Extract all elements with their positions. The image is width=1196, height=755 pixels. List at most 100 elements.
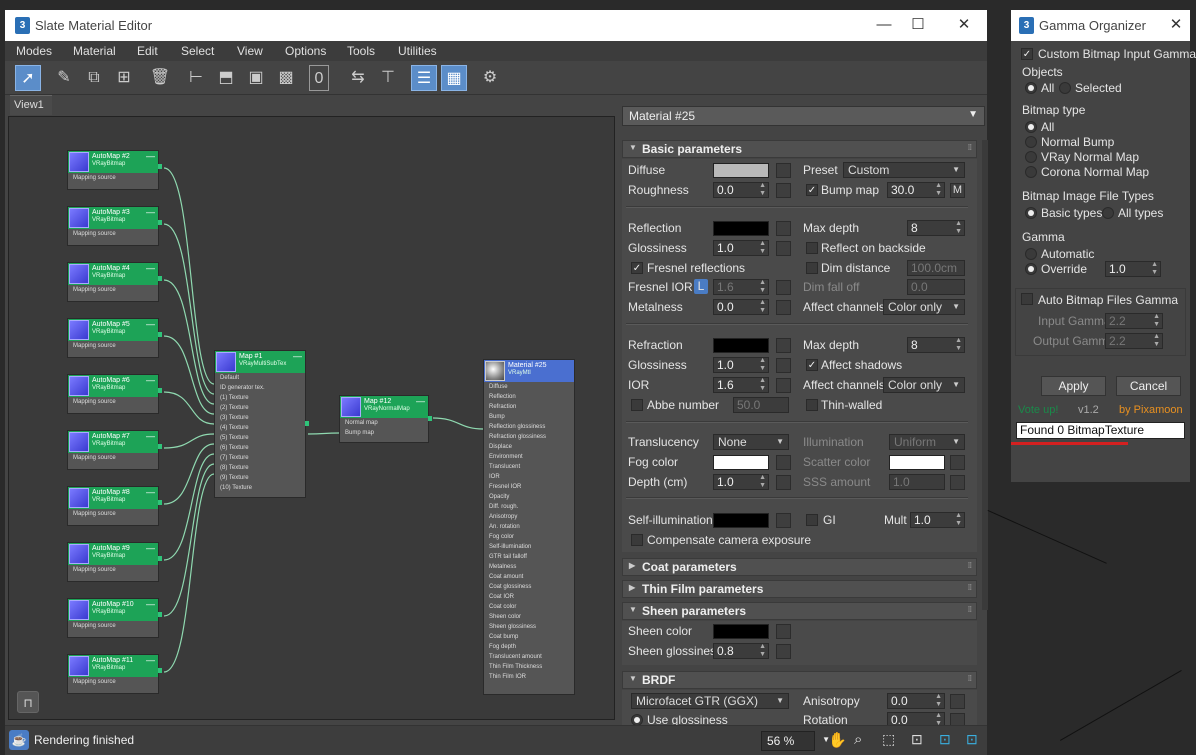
collapse-icon[interactable]: — [416,396,425,406]
material-slot[interactable]: Coat glossiness [484,582,574,592]
corona-normal-map-radio[interactable] [1025,166,1037,178]
refraction-color-swatch[interactable] [713,338,769,353]
self-illumination-map-button[interactable] [776,513,791,528]
abbe-spinner[interactable]: 50.0 [733,397,789,413]
vray-normal-map-radio[interactable] [1025,151,1037,163]
material-id-icon[interactable]: ⬒ [213,65,239,91]
menu-view[interactable]: View [237,44,263,58]
sheen-glossiness-spinner[interactable]: 0.8 ▲ ▼ [713,643,769,659]
material-slot[interactable]: Anisotropy [484,512,574,522]
automap-node[interactable]: AutoMap #6 VRayBitmap — Mapping source [67,374,162,414]
refr-glossiness-spinner[interactable]: 1.0 ▲ ▼ [713,357,769,373]
node-slot[interactable]: Mapping source [68,229,158,239]
drag-handle-icon[interactable]: ⁞⁞ [968,561,972,570]
material-slot[interactable]: Diffuse [484,382,574,392]
menu-options[interactable]: Options [285,44,326,58]
fresnel-reflections-checkbox[interactable]: ✓ [631,262,643,274]
reflect-backside-checkbox[interactable] [806,242,818,254]
zoom-region-icon[interactable]: ⬚ [882,731,895,748]
tab-view1[interactable]: View1 [10,95,52,115]
output-port[interactable] [158,612,162,617]
reflection-map-button[interactable] [776,221,791,236]
node-slot[interactable]: Mapping source [68,677,158,687]
compensate-exposure-checkbox[interactable] [631,534,643,546]
material-node[interactable]: Material #25 VRayMtl Diffuse Reflection Ref… [483,359,575,695]
node-slot[interactable]: (5) Texture [215,433,305,443]
output-port[interactable] [158,444,162,449]
node-slot[interactable]: (6) Texture [215,443,305,453]
menu-select[interactable]: Select [181,44,214,58]
all-types-radio[interactable] [1102,207,1114,219]
material-slot[interactable]: Fog depth [484,642,574,652]
brdf-type-dropdown[interactable]: Microfacet GTR (GGX) ▼ [631,693,789,709]
material-slot[interactable]: Reflection [484,392,574,402]
material-slot[interactable]: Metalness [484,562,574,572]
rollout-sheen-parameters[interactable]: ▼ Sheen parameters ⁞⁞ [622,602,977,620]
automap-node[interactable]: AutoMap #4 VRayBitmap — Mapping source [67,262,162,302]
output-port[interactable] [158,556,162,561]
node-options-icon[interactable]: ⚙ [477,65,503,91]
refr-glossiness-map-button[interactable] [776,358,791,373]
dim-distance-spinner[interactable]: 100.0cm [907,260,965,276]
drag-handle-icon[interactable]: ⁞⁞ [968,583,972,592]
zoom-dropdown[interactable]: 56 % ▼ [761,731,830,751]
metalness-map-button[interactable] [776,300,791,315]
collapse-icon[interactable]: — [146,375,155,385]
node-slot[interactable]: (9) Texture [215,473,305,483]
fresnel-lock-button[interactable]: L [694,279,708,294]
output-port[interactable] [428,416,432,421]
navigator-icon[interactable]: ⊓ [17,691,39,713]
material-slot[interactable]: Sheen glossiness [484,622,574,632]
node-slot[interactable]: Mapping source [68,173,158,183]
author-link[interactable]: by Pixamoon [1119,404,1183,416]
material-slot[interactable]: Sheen color [484,612,574,622]
assign-material-icon[interactable]: ⊞ [111,65,137,91]
node-slot[interactable]: Mapping source [68,285,158,295]
material-slot[interactable]: Environment [484,452,574,462]
drag-handle-icon[interactable]: ⁞⁞ [968,605,972,614]
automatic-radio[interactable] [1025,248,1037,260]
rollout-thin-film-parameters[interactable]: ▶ Thin Film parameters ⁞⁞ [622,580,977,598]
show-background-icon[interactable]: ▩ [273,65,299,91]
material-id-channel[interactable]: 0 [309,65,329,91]
sheen-color-map-button[interactable] [776,624,791,639]
automap-node[interactable]: AutoMap #7 VRayBitmap — Mapping source [67,430,162,470]
bump-map-checkbox[interactable]: ✓ [806,184,818,196]
parameter-scrollbar[interactable] [982,140,988,610]
dim-fall-off-spinner[interactable]: 0.0 [907,279,965,295]
collapse-icon[interactable]: — [146,263,155,273]
collapse-icon[interactable]: — [146,151,155,161]
material-slot[interactable]: Translucent amount [484,652,574,662]
node-slot[interactable]: Mapping source [68,565,158,575]
output-port[interactable] [158,276,162,281]
material-slot[interactable]: Self-illumination [484,542,574,552]
pan-hand-icon[interactable]: ✋ [828,731,847,749]
output-port[interactable] [158,668,162,673]
vote-up-link[interactable]: Vote up! [1018,404,1058,416]
refraction-map-button[interactable] [776,338,791,353]
collapse-icon[interactable]: — [146,487,155,497]
material-slot[interactable]: Thin Film Thickness [484,662,574,672]
abbe-number-checkbox[interactable] [631,399,643,411]
node-slot[interactable]: Normal map [340,418,428,428]
override-radio[interactable] [1025,263,1037,275]
drag-handle-icon[interactable]: ⁞⁞ [968,143,972,152]
mult-spinner[interactable]: 1.0 ▲ ▼ [910,512,965,528]
material-slot[interactable]: Translucent [484,462,574,472]
rollout-coat-parameters[interactable]: ▶ Coat parameters ⁞⁞ [622,558,977,576]
output-gamma-spinner[interactable]: 2.2 ▲ ▼ [1105,333,1163,349]
auto-gamma-checkbox[interactable] [1021,293,1033,305]
anisotropy-spinner[interactable]: 0.0 ▲ ▼ [887,693,945,709]
menu-utilities[interactable]: Utilities [398,44,437,58]
spinner-arrows-icon[interactable]: ▲ ▼ [759,182,766,198]
title-bar[interactable]: 3 Slate Material Editor — ☐ ✕ [5,10,987,41]
spinner-arrows-icon[interactable]: ▲ ▼ [935,182,942,198]
automap-node[interactable]: AutoMap #9 VRayBitmap — Mapping source [67,542,162,582]
output-port[interactable] [158,220,162,225]
diffuse-map-button[interactable] [776,163,791,178]
roughness-spinner[interactable]: 0.0 ▲ ▼ [713,182,769,198]
material-dropdown[interactable]: Material #25 ▼ [622,106,985,126]
fresnel-ior-map-button[interactable] [776,280,791,295]
translucency-dropdown[interactable]: None ▼ [713,434,789,450]
menu-material[interactable]: Material [73,44,116,58]
